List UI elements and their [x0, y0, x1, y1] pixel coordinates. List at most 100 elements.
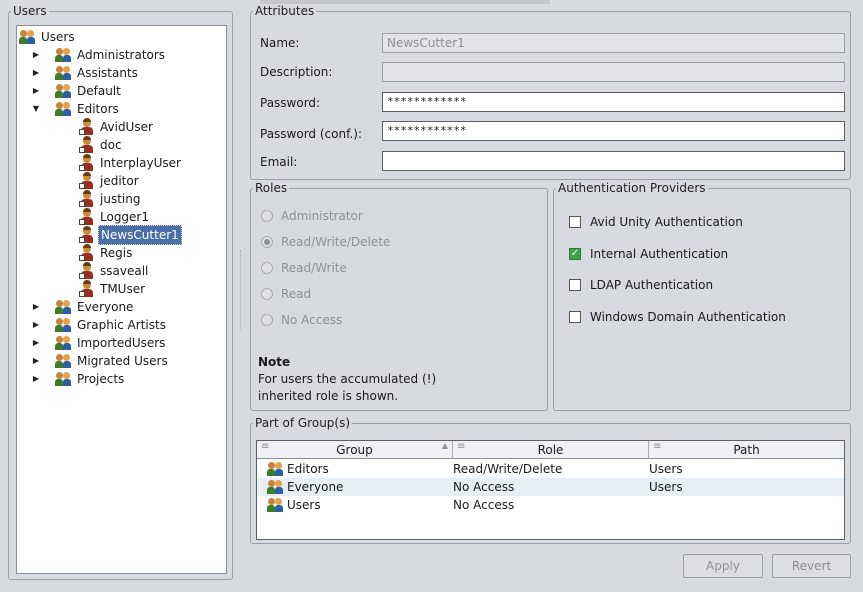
tree-item[interactable]: ▼ Editors [31, 100, 121, 118]
user-icon [79, 118, 95, 136]
group-icon [55, 335, 73, 351]
collapsed-arrow-icon[interactable]: ▶ [31, 352, 41, 370]
user-icon [79, 136, 95, 154]
group-cell: Editors [267, 461, 329, 477]
note-line-2: inherited role is shown. [258, 389, 399, 403]
auth-provider-option[interactable]: ✓ Internal Authentication [569, 247, 728, 261]
email-field[interactable] [382, 151, 845, 171]
tree-item[interactable]: doc [79, 136, 124, 154]
tree-item[interactable]: Logger1 [79, 208, 151, 226]
auth-providers-panel-legend: Authentication Providers [558, 181, 706, 195]
revert-button[interactable]: Revert [772, 554, 851, 578]
auth-provider-label: Windows Domain Authentication [590, 309, 786, 324]
tree-item-label: ssaveall [100, 264, 149, 278]
tree-item[interactable]: ▶ ImportedUsers [31, 334, 167, 352]
tree-item[interactable]: ssaveall [79, 262, 150, 280]
tree-item[interactable]: InterplayUser [79, 154, 183, 172]
column-header-role[interactable]: ≡ Role [453, 441, 649, 459]
groups-table[interactable]: ≡ Group ▲ ≡ Role ≡ Path Editors Read/Writ… [256, 440, 845, 540]
collapsed-arrow-icon[interactable]: ▶ [31, 298, 41, 316]
group-icon [55, 101, 73, 117]
user-icon [79, 154, 95, 172]
tree-item[interactable]: justing [79, 190, 142, 208]
checkbox[interactable] [569, 279, 581, 291]
tree-item[interactable]: NewsCutter1 [79, 225, 182, 245]
panel-splitter-handle[interactable] [240, 250, 242, 330]
collapsed-arrow-icon[interactable]: ▶ [31, 64, 41, 82]
groups-table-header: ≡ Group ▲ ≡ Role ≡ Path [257, 441, 844, 459]
radio-button[interactable] [261, 262, 273, 274]
role-radio-option[interactable]: Read [261, 287, 311, 301]
auth-provider-option[interactable]: LDAP Authentication [569, 278, 713, 292]
checkbox[interactable] [569, 216, 581, 228]
password-confirm-field[interactable]: ************ [382, 121, 845, 141]
user-icon [79, 244, 95, 262]
checkbox-checked-icon[interactable]: ✓ [569, 247, 581, 260]
tree-item-label: jeditor [100, 174, 139, 188]
role-radio-option[interactable]: Administrator [261, 209, 363, 223]
users-tree[interactable]: Users ▶ Administrators ▶ Assistants ▶ Default ▼… [16, 25, 227, 574]
role-radio-option[interactable]: No Access [261, 313, 342, 327]
radio-button[interactable] [261, 210, 273, 222]
auth-provider-option[interactable]: Windows Domain Authentication [569, 310, 786, 324]
auth-provider-option[interactable]: Avid Unity Authentication [569, 215, 743, 229]
group-icon [55, 371, 73, 387]
tree-item-label: Migrated Users [77, 354, 168, 368]
tree-item-label: Regis [100, 246, 133, 260]
tree-item[interactable]: ▶ Projects [31, 370, 126, 388]
group-icon [55, 353, 73, 369]
collapsed-arrow-icon[interactable]: ▶ [31, 46, 41, 64]
password-field[interactable]: ************ [382, 92, 845, 112]
column-grip-icon: ≡ [653, 441, 662, 452]
role-radio-option[interactable]: Read/Write/Delete [261, 235, 390, 249]
tree-item[interactable]: AvidUser [79, 118, 155, 136]
path-cell: Users [649, 462, 683, 476]
radio-button[interactable] [261, 288, 273, 300]
group-icon [267, 479, 285, 495]
checkbox[interactable] [569, 310, 581, 323]
table-row[interactable]: Everyone No Access Users [257, 478, 844, 496]
password-confirm-label: Password (conf.): [260, 127, 362, 141]
tree-item[interactable]: ▶ Assistants [31, 64, 140, 82]
table-row[interactable]: Editors Read/Write/Delete Users [257, 460, 844, 478]
tree-item[interactable]: ▶ Migrated Users [31, 352, 170, 370]
tree-item[interactable]: ▶ Administrators [31, 46, 167, 64]
users-panel-legend: Users [13, 4, 47, 18]
role-cell: No Access [453, 498, 515, 512]
table-row[interactable]: Users No Access [257, 496, 844, 514]
path-cell: Users [649, 480, 683, 494]
radio-button[interactable] [261, 314, 273, 326]
user-icon [79, 172, 95, 190]
group-icon [55, 47, 73, 63]
collapsed-arrow-icon[interactable]: ▶ [31, 370, 41, 388]
tree-item[interactable]: jeditor [79, 172, 141, 190]
groups-panel-legend: Part of Group(s) [255, 416, 351, 430]
collapsed-arrow-icon[interactable]: ▶ [31, 82, 41, 100]
role-radio-option[interactable]: Read/Write [261, 261, 347, 275]
column-header-path[interactable]: ≡ Path [649, 441, 844, 459]
name-field[interactable]: NewsCutter1 [382, 33, 845, 53]
description-field[interactable] [382, 62, 845, 82]
tree-item[interactable]: ▶ Graphic Artists [31, 316, 168, 334]
tree-item[interactable]: TMUser [79, 280, 147, 298]
role-cell: Read/Write/Delete [453, 462, 563, 476]
apply-button[interactable]: Apply [683, 554, 763, 578]
tree-item-label: TMUser [100, 282, 146, 296]
expanded-arrow-icon[interactable]: ▼ [31, 100, 41, 118]
group-cell-text: Everyone [287, 480, 344, 494]
column-header-group[interactable]: ≡ Group ▲ [257, 441, 453, 459]
name-label: Name: [260, 36, 300, 50]
collapsed-arrow-icon[interactable]: ▶ [31, 334, 41, 352]
tree-item-label: Assistants [77, 66, 138, 80]
tree-item-label: Logger1 [100, 210, 150, 224]
collapsed-arrow-icon[interactable]: ▶ [31, 316, 41, 334]
tree-item[interactable]: Users [19, 28, 77, 46]
tree-item[interactable]: Regis [79, 244, 134, 262]
description-label: Description: [260, 65, 333, 79]
tree-item[interactable]: ▶ Everyone [31, 298, 135, 316]
user-icon [79, 226, 95, 244]
radio-button[interactable] [261, 236, 273, 248]
user-icon [79, 280, 95, 298]
auth-provider-label: Internal Authentication [590, 246, 729, 261]
tree-item[interactable]: ▶ Default [31, 82, 123, 100]
